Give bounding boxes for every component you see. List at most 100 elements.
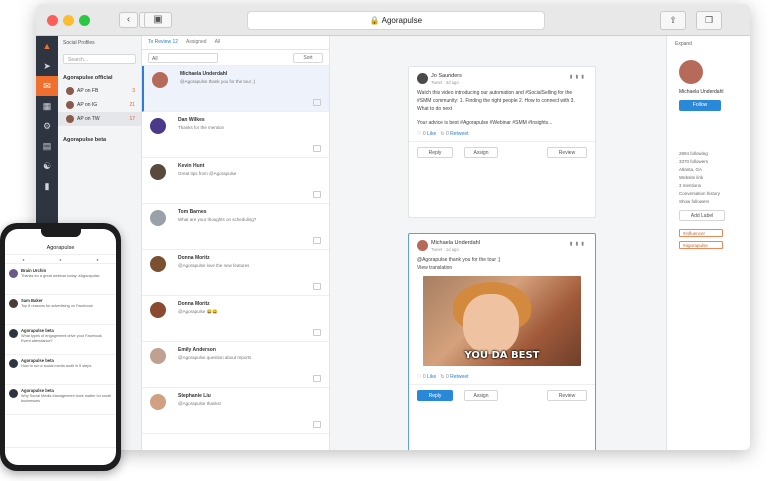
team-icon[interactable]: ☯ <box>36 156 58 176</box>
avatar <box>150 256 166 272</box>
post-hashtags[interactable]: Your advice is best #Agorapulse #Webinar… <box>409 119 595 127</box>
account-ap-ig[interactable]: AP on IG 21 <box>58 98 141 112</box>
browser-toolbar: ‹ › ▣ 🔒 Agorapulse ⇧ ❐ <box>36 4 750 36</box>
sort-button[interactable]: Sort <box>293 53 323 63</box>
review-button[interactable]: Review <box>547 147 587 158</box>
publish-icon[interactable]: ➤ <box>36 56 58 76</box>
tab-assigned[interactable]: Assigned <box>186 39 207 46</box>
list-item[interactable]: Donna Moritz @Agorapulse 😀😀 <box>142 296 329 342</box>
share-button[interactable]: ⇧ <box>660 11 686 30</box>
card-controls[interactable]: ▮▮▮ <box>570 74 587 80</box>
inbox-icon[interactable]: ✉ <box>36 76 58 96</box>
account-ap-tw[interactable]: AP on TW 17 <box>58 112 141 126</box>
avatar <box>152 72 168 88</box>
review-check-icon[interactable] <box>313 99 321 106</box>
url-text: Agorapulse <box>381 16 423 25</box>
account-ap-fb[interactable]: AP on FB 3 <box>58 84 141 98</box>
review-button[interactable]: Review <box>547 390 587 401</box>
author-name: Agorapulse beta <box>21 358 54 363</box>
list-item[interactable]: Michaela Underdahl @Agorapulse thank you … <box>142 66 329 112</box>
tab-all[interactable]: All <box>215 39 221 46</box>
unread-count: 21 <box>129 102 135 108</box>
mobile-tab[interactable]: ● <box>96 256 98 263</box>
filter-select[interactable]: All <box>148 53 218 63</box>
avatar <box>150 164 166 180</box>
list-item[interactable]: Tom Barnes What are your thoughts on sche… <box>142 204 329 250</box>
conversation-card-selected: Michaela Underdahl Tweet · 1d ago ▮▮▮ @A… <box>408 233 596 450</box>
translate-link[interactable]: View translation <box>409 264 595 272</box>
card-header: Jo Saunders Tweet · 3d ago ▮▮▮ <box>409 67 595 89</box>
org-agorapulse-official[interactable]: Agorapulse official <box>58 72 141 84</box>
sidebar-toggle-button[interactable]: ▣ <box>144 12 172 28</box>
review-check-icon[interactable] <box>313 191 321 198</box>
card-controls[interactable]: ▮▮▮ <box>570 241 587 247</box>
profile-avatar <box>679 60 703 84</box>
tab-to-review[interactable]: To Review 12 <box>148 39 178 46</box>
mobile-list-item[interactable]: Brain Urchin Thanks for a great webinar t… <box>5 265 116 295</box>
message-preview: Great tips from @Agorapulse <box>178 171 237 176</box>
profile-stat[interactable]: 3 mentions <box>679 183 738 188</box>
profile-stat[interactable]: Show followers <box>679 199 738 204</box>
profile-stat: Atlanta, GA <box>679 167 703 172</box>
profile-stat: 3370 followers <box>679 159 709 164</box>
mobile-list-item[interactable]: Agorapulse beta How to run a social media… <box>5 355 116 385</box>
profile-search-input[interactable]: Search... <box>63 54 136 64</box>
browser-window: ‹ › ▣ 🔒 Agorapulse ⇧ ❐ ▲ ➤ ✉ ▦ ⚙ ▤ ☯ ▮ S… <box>36 4 750 450</box>
author-name: Kevin Hunt <box>178 163 205 169</box>
reports-icon[interactable]: ▤ <box>36 136 58 156</box>
author-name: Donna Moritz <box>178 301 210 307</box>
author-name: Emily Anderson <box>178 347 216 353</box>
reply-button[interactable]: Reply <box>417 147 453 158</box>
review-check-icon[interactable] <box>313 145 321 152</box>
mobile-tab[interactable]: ● <box>59 256 61 263</box>
label-tag[interactable]: #agorapulse <box>679 241 723 249</box>
author-name: Jo Saunders <box>431 73 462 79</box>
author-name: Dan Wilkes <box>178 117 205 123</box>
mobile-tab[interactable]: ● <box>22 256 24 263</box>
maximize-window-button[interactable] <box>79 15 90 26</box>
address-bar[interactable]: 🔒 Agorapulse <box>247 11 545 30</box>
avatar <box>9 329 18 338</box>
calendar-icon[interactable]: ▦ <box>36 96 58 116</box>
author-name: Tom Barnes <box>178 209 207 215</box>
expand-button[interactable]: Expand <box>667 36 750 52</box>
mobile-list-item[interactable]: Agorapulse beta What types of engagement … <box>5 325 116 355</box>
review-check-icon[interactable] <box>313 283 321 290</box>
profile-stat[interactable]: Conversation history <box>679 191 738 196</box>
assign-button[interactable]: Assign <box>464 147 498 158</box>
card-header: Michaela Underdahl Tweet · 1d ago ▮▮▮ <box>409 234 595 256</box>
add-label-button[interactable]: Add Label <box>679 210 725 221</box>
profile-stat[interactable]: Website link <box>679 175 738 180</box>
review-check-icon[interactable] <box>313 329 321 336</box>
list-item[interactable]: Stephanie Liu @Agorapulse thanks! <box>142 388 329 434</box>
assign-button[interactable]: Assign <box>464 390 498 401</box>
post-meta: Tweet · 1d ago <box>431 247 459 252</box>
list-item[interactable]: Emily Anderson @Agorapulse question about… <box>142 342 329 388</box>
tabs-button[interactable]: ❐ <box>696 11 722 30</box>
back-button[interactable]: ‹ <box>119 12 138 28</box>
mobile-list-item[interactable]: Sam Baker Top 8 reasons for advertising o… <box>5 295 116 325</box>
stats-icon[interactable]: ▮ <box>36 176 58 196</box>
close-window-button[interactable] <box>47 15 58 26</box>
message-preview: What types of engagement drive your Face… <box>21 334 102 343</box>
author-name: Michaela Underdahl <box>180 71 228 77</box>
list-item[interactable]: Kevin Hunt Great tips from @Agorapulse <box>142 158 329 204</box>
gif-caption: YOU DA BEST <box>464 350 540 361</box>
review-check-icon[interactable] <box>313 375 321 382</box>
review-check-icon[interactable] <box>313 421 321 428</box>
minimize-window-button[interactable] <box>63 15 74 26</box>
avatar <box>417 240 428 251</box>
mobile-app-title: Agorapulse <box>46 245 75 251</box>
org-agorapulse-beta[interactable]: Agorapulse beta <box>58 134 141 146</box>
follow-button[interactable]: Follow <box>679 100 721 111</box>
post-meta: Tweet · 3d ago <box>431 80 459 85</box>
listening-icon[interactable]: ⚙ <box>36 116 58 136</box>
list-item[interactable]: Dan Wilkes Thanks for the mention <box>142 112 329 158</box>
label-tag[interactable]: #influencer <box>679 229 723 237</box>
mobile-list-item[interactable]: Agorapulse beta Why Social Media Manageme… <box>5 385 116 415</box>
reply-button[interactable]: Reply <box>417 390 453 401</box>
author-name: Sam Baker <box>21 298 43 303</box>
list-item[interactable]: Donna Moritz @Agorapulse love the new fea… <box>142 250 329 296</box>
avatar <box>9 389 18 398</box>
review-check-icon[interactable] <box>313 237 321 244</box>
